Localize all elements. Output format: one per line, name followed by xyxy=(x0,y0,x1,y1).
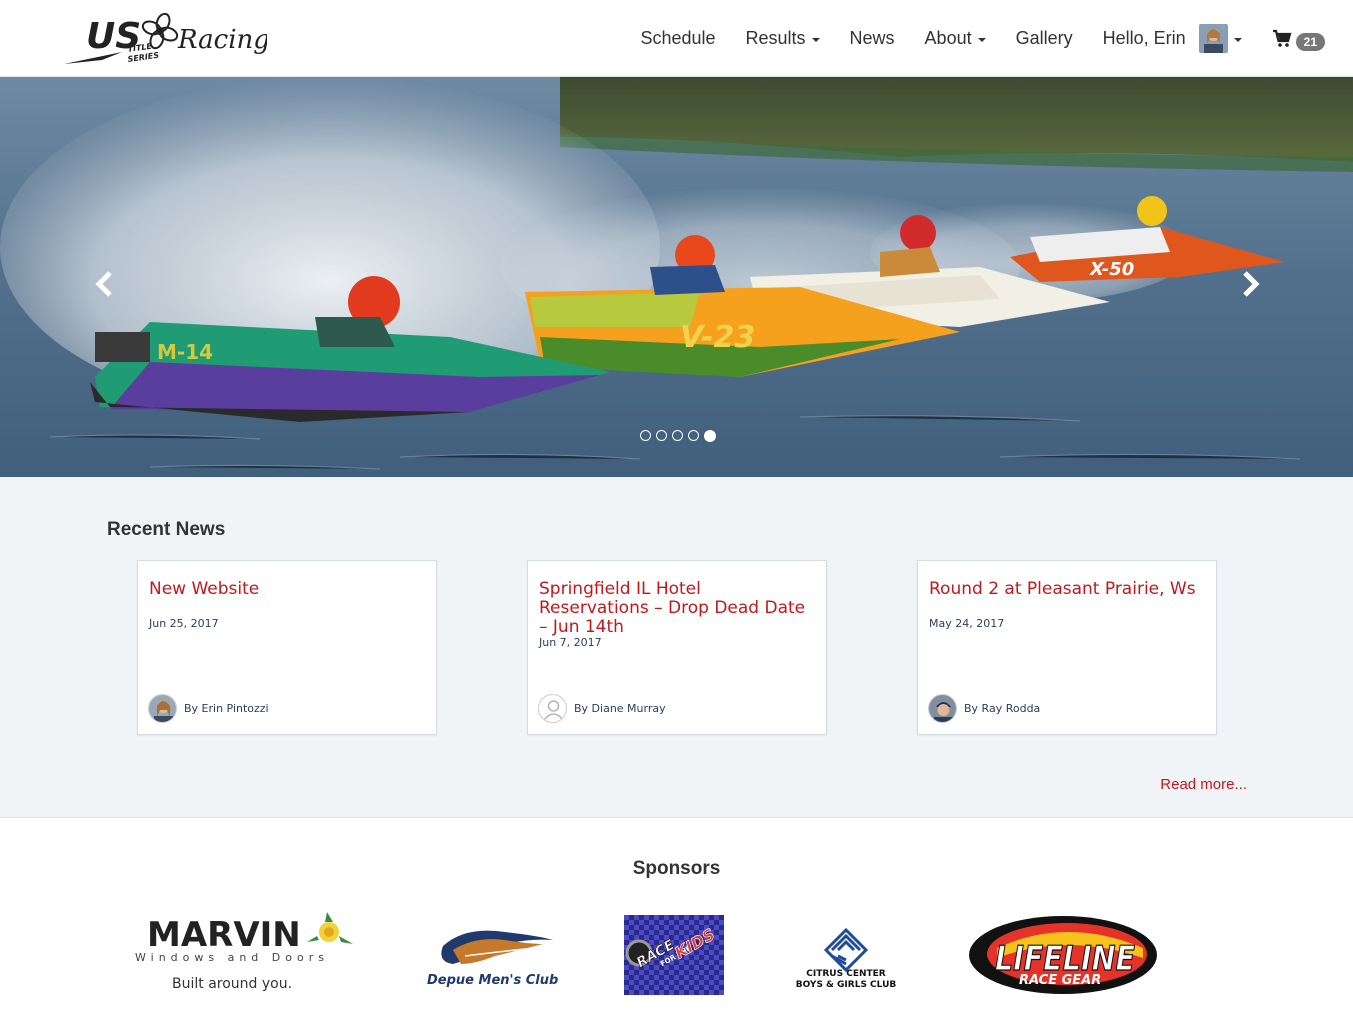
site-logo[interactable]: US TITLE SERIES Racing xyxy=(62,10,270,68)
chevron-down-icon xyxy=(1233,37,1242,42)
hero-image: X-50 V-23 M-14 xyxy=(0,77,1353,477)
recent-news-title: Recent News xyxy=(107,519,226,540)
nav-schedule[interactable]: Schedule xyxy=(625,28,730,49)
nav-about-label: About xyxy=(924,28,972,48)
news-card[interactable]: Springfield IL Hotel Reservations – Drop… xyxy=(527,560,827,735)
carousel-dot-1[interactable] xyxy=(640,430,651,441)
news-card-author-name[interactable]: By Ray Rodda xyxy=(964,702,1040,715)
recent-news-section: Recent News New Website Jun 25, 2017 By … xyxy=(0,477,1353,818)
nav-results-label: Results xyxy=(745,28,806,48)
carousel-prev-button[interactable] xyxy=(90,269,120,299)
news-card-author-name[interactable]: By Erin Pintozzi xyxy=(184,702,269,715)
author-avatar xyxy=(148,694,177,723)
carousel-dot-5[interactable] xyxy=(704,429,716,442)
news-card-author: By Diane Murray xyxy=(538,694,666,723)
svg-text:X-50: X-50 xyxy=(1089,259,1134,280)
carousel-next-button[interactable] xyxy=(1235,269,1265,299)
svg-text:CITRUS CENTER: CITRUS CENTER xyxy=(806,969,886,979)
nav-about[interactable]: About xyxy=(910,28,1001,49)
hero-carousel: X-50 V-23 M-14 xyxy=(0,77,1353,477)
nav-results[interactable]: Results xyxy=(731,28,835,49)
svg-text:V-23: V-23 xyxy=(680,320,755,355)
nav-news[interactable]: News xyxy=(835,28,910,49)
sponsor-lifeline-race-gear[interactable]: LIFELINE RACE GEAR xyxy=(967,914,1161,1001)
svg-text:RACE GEAR: RACE GEAR xyxy=(1019,973,1101,988)
chevron-right-icon xyxy=(1243,271,1260,297)
carousel-dot-4[interactable] xyxy=(688,430,699,441)
chevron-down-icon xyxy=(811,37,820,42)
chevron-left-icon xyxy=(95,271,112,297)
news-card-author-name[interactable]: By Diane Murray xyxy=(574,702,666,715)
chevron-down-icon xyxy=(977,37,986,42)
user-menu[interactable]: Hello, Erin xyxy=(1088,24,1257,53)
nav-gallery-label: Gallery xyxy=(1015,28,1073,48)
cart-icon xyxy=(1272,29,1292,47)
sponsor-depue-mens-club[interactable]: Depue Men's Club xyxy=(425,922,565,997)
sponsors-title: Sponsors xyxy=(632,858,721,879)
svg-text:Built around you.: Built around you. xyxy=(172,976,292,992)
nav-schedule-label: Schedule xyxy=(640,28,716,48)
carousel-dot-2[interactable] xyxy=(656,430,667,441)
author-avatar xyxy=(928,694,957,723)
news-card[interactable]: Round 2 at Pleasant Prairie, Ws May 24, … xyxy=(917,560,1217,735)
user-avatar xyxy=(1198,24,1228,53)
news-card-author: By Erin Pintozzi xyxy=(148,694,269,723)
default-user-icon xyxy=(538,694,567,723)
cart-count-badge: 21 xyxy=(1295,32,1325,51)
read-more-link[interactable]: Read more... xyxy=(1160,776,1247,793)
svg-text:BOYS & GIRLS CLUB: BOYS & GIRLS CLUB xyxy=(796,980,897,990)
svg-text:Racing: Racing xyxy=(177,25,267,55)
svg-text:Depue Men's Club: Depue Men's Club xyxy=(427,973,558,988)
sponsor-race-for-the-kids[interactable]: RACE FOR THE KIDS xyxy=(624,915,724,1000)
top-navbar: US TITLE SERIES Racing Schedule Results … xyxy=(0,0,1353,77)
sponsor-citrus-center-boys-girls-club[interactable]: CITRUS CENTER BOYS & GIRLS CLUB xyxy=(792,922,900,997)
news-card[interactable]: New Website Jun 25, 2017 By Erin Pintozz… xyxy=(137,560,437,735)
svg-text:MARVIN: MARVIN xyxy=(147,915,301,955)
news-card-date: Jun 25, 2017 xyxy=(149,617,219,630)
news-card-date: May 24, 2017 xyxy=(929,617,1005,630)
carousel-dot-3[interactable] xyxy=(672,430,683,441)
cart-button[interactable]: 21 xyxy=(1257,27,1325,51)
nav-news-label: News xyxy=(849,28,895,48)
news-card-title[interactable]: Springfield IL Hotel Reservations – Drop… xyxy=(539,580,814,637)
svg-text:Windows and Doors: Windows and Doors xyxy=(135,951,329,964)
news-card-author: By Ray Rodda xyxy=(928,694,1040,723)
svg-text:M-14: M-14 xyxy=(157,340,213,364)
nav-gallery[interactable]: Gallery xyxy=(1001,28,1088,49)
user-greeting: Hello, Erin xyxy=(1102,28,1186,48)
news-card-title[interactable]: Round 2 at Pleasant Prairie, Ws xyxy=(929,580,1204,599)
news-card-date: Jun 7, 2017 xyxy=(539,636,602,649)
sponsor-marvin[interactable]: MARVIN Windows and Doors Built around yo… xyxy=(132,912,372,1001)
carousel-indicators xyxy=(640,429,716,442)
news-card-title[interactable]: New Website xyxy=(149,580,424,599)
main-nav: Schedule Results News About Gallery Hell… xyxy=(625,0,1325,77)
